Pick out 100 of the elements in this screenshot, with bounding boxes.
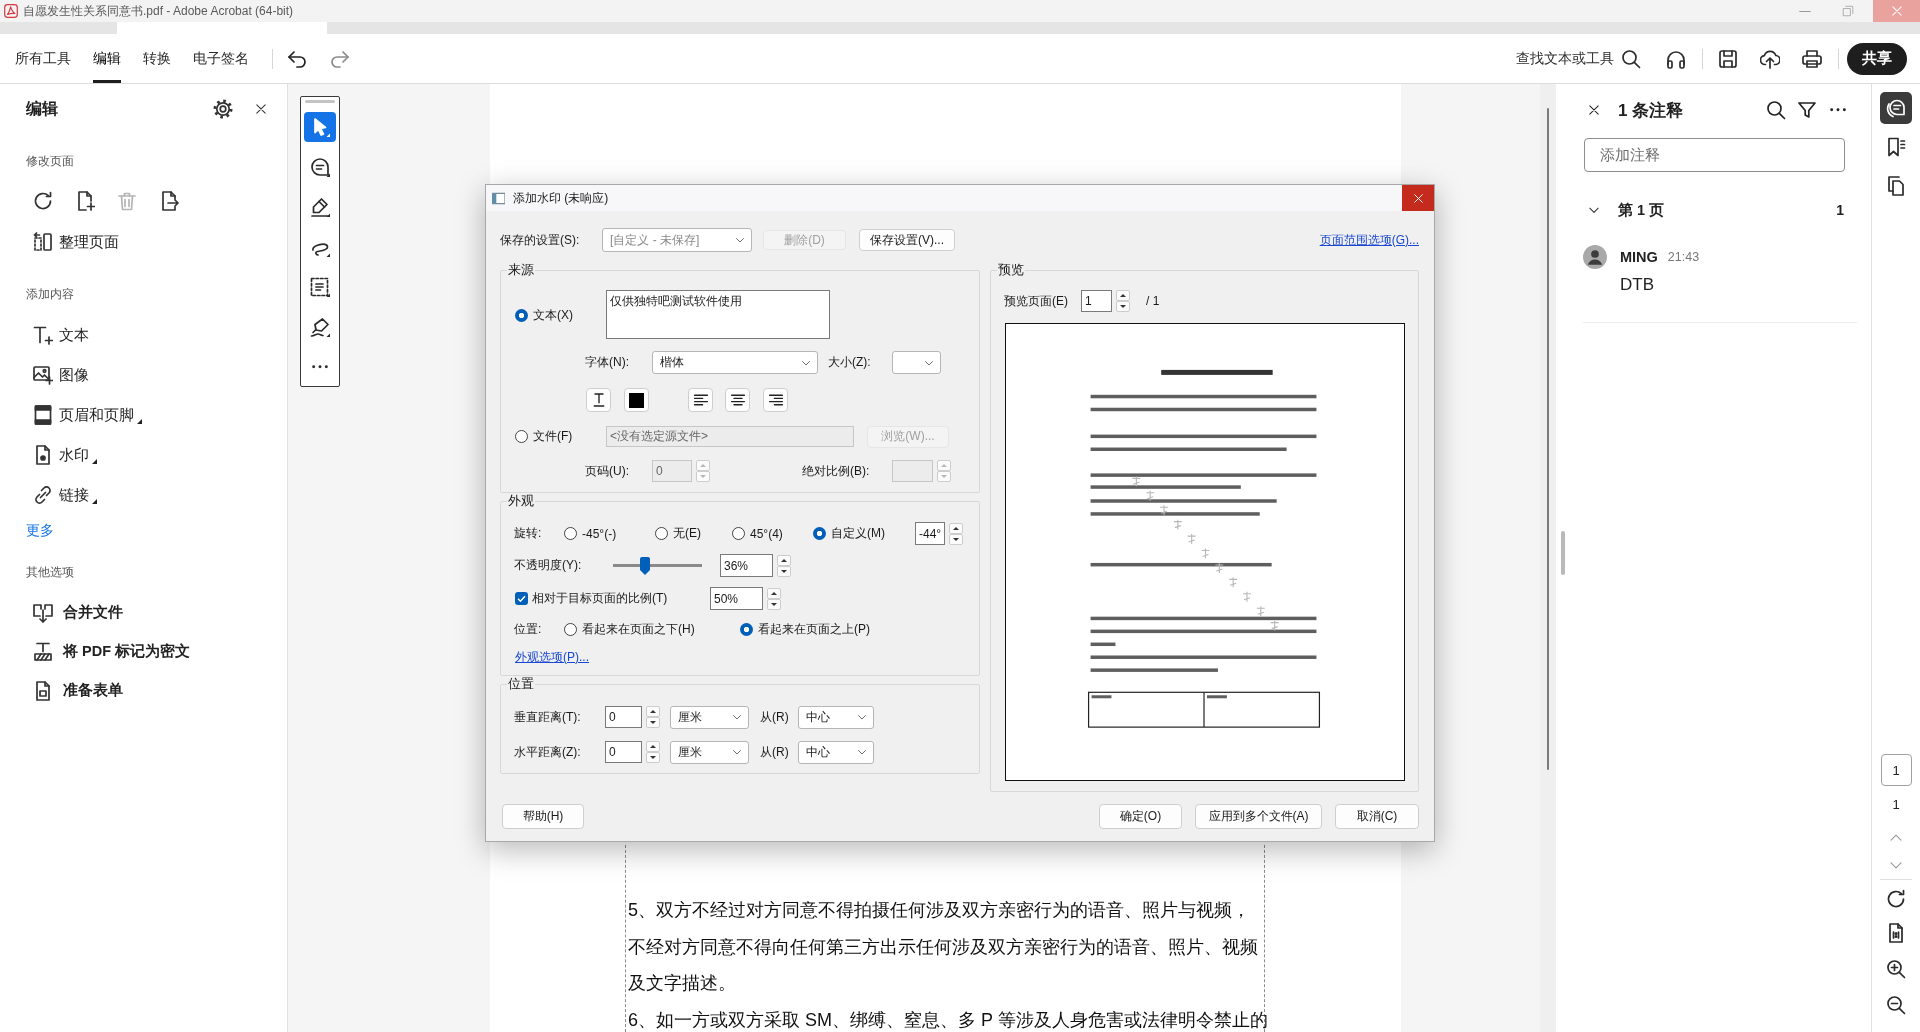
page-number-field[interactable]: 1 [1880,754,1912,786]
radio-option[interactable]: 45°(4) [732,525,813,542]
more-icon[interactable] [1830,108,1846,112]
print-icon[interactable] [1802,48,1822,69]
undo-icon[interactable] [287,48,307,69]
zoom-in-icon[interactable] [1886,959,1906,979]
cancel-button[interactable]: 取消(C) [1335,804,1419,829]
slider-thumb[interactable] [640,556,651,575]
toolbar-tab[interactable]: 转换 [143,34,171,83]
unit-dropdown[interactable]: 厘米 [670,740,749,764]
resize-handle[interactable] [1561,531,1565,575]
tool-item[interactable]: 合并文件 [33,593,123,632]
save-icon[interactable] [1718,48,1738,69]
spin-down-icon[interactable] [949,533,963,545]
spin-up-icon[interactable] [646,706,660,717]
side-panel-button[interactable] [1880,92,1912,124]
spin-down-icon[interactable] [777,565,791,577]
spin-down-icon[interactable] [646,752,660,763]
group-title: 位置 [507,676,535,692]
absolute-scale-field[interactable] [892,460,933,482]
preview-page-field[interactable]: 1 [1081,290,1112,312]
rotate-icon[interactable] [33,191,53,211]
radio-option[interactable]: -45°(-) [564,525,655,542]
tool-item[interactable]: 文本 [33,315,89,355]
align-center-button[interactable] [725,388,750,412]
tool-item[interactable]: 整理页面 [33,222,119,262]
export-page-icon[interactable] [159,191,179,211]
panel-title: 编辑 [26,98,59,119]
document-text-line: 及文字描述。 [628,972,736,994]
insert-page-icon[interactable] [75,191,95,211]
window-icon [492,191,505,205]
spin-up-icon[interactable] [1116,290,1130,301]
settings-icon[interactable] [213,99,233,119]
font-dropdown[interactable]: 楷体 [652,351,818,374]
fit-page-icon[interactable] [1886,923,1906,943]
ok-button[interactable]: 确定(O) [1099,804,1182,829]
radio-option[interactable]: 看起来在页面之下(H) [564,621,740,637]
field-label: 水平距离(Z): [514,743,582,761]
save-settings-button[interactable]: 保存设置(V)... [859,229,955,251]
scale-field[interactable]: 50% [710,587,763,610]
page-range-link[interactable]: 页面范围选项(G)... [1319,231,1419,249]
help-button[interactable]: 帮助(H) [502,804,584,829]
tool-item[interactable]: 水印 [33,435,97,475]
opacity-field[interactable]: 36% [720,554,773,577]
group-title: 来源 [507,262,535,278]
checkbox-option[interactable]: 相对于目标页面的比例(T) [515,590,710,607]
tool-item[interactable]: 将 PDF 标记为密文 [33,632,191,671]
radio-option[interactable]: 无(E) [655,525,732,542]
zoom-out-icon[interactable] [1886,995,1906,1015]
close-icon [1890,5,1903,17]
page-number-field[interactable]: 0 [652,460,692,482]
find-tools-button[interactable]: 查找文本或工具 [1516,48,1641,69]
unit-dropdown[interactable]: 厘米 [670,705,749,729]
tool-item[interactable]: 准备表单 [33,671,123,710]
document-text-line: 5、双方不经过对方同意不得拍摄任何涉及双方亲密行为的语音、照片与视频， [628,899,1250,921]
page-group-header[interactable]: 第 1 页 1 [1556,195,1871,225]
text-block[interactable]: 5、双方不经过对方同意不得拍摄任何涉及双方亲密行为的语音、照片与视频， 不经对方同意不得向任何第三方出示任何涉及双方亲密行为的语音、照片、视频 及文字描述。 6、如一方或双方采取 SM、绑缚、窒息、多 P 等涉及人身危害或法律明令禁止的 [625,845,1265,1032]
add-comment-field[interactable]: 添加注释 [1584,138,1845,172]
radio-option[interactable]: 看起来在页面之上(P) [740,621,870,637]
close-icon[interactable] [255,103,267,115]
watermark-text-field[interactable]: 仅供独特吧测试软件使用 [606,290,830,339]
tool-item[interactable]: 链接 [33,475,97,515]
distance-field[interactable]: 0 [605,706,642,728]
distance-field[interactable]: 0 [605,741,642,763]
filter-icon[interactable] [1797,100,1817,120]
spin-up-icon[interactable] [767,587,781,599]
drag-handle[interactable] [305,100,335,103]
spin-down-icon[interactable] [1116,301,1130,312]
spin-down-icon[interactable] [767,598,781,610]
spin-down-icon[interactable] [646,717,660,728]
align-right-button[interactable] [763,388,788,412]
source-file-field[interactable]: <没有选定源文件> [606,426,854,447]
spin-up-icon[interactable] [949,522,963,534]
tool-item[interactable]: 页眉和页脚 [33,395,142,435]
spin-up-icon[interactable] [777,554,791,566]
toolbar-tab[interactable]: 电子签名 [193,34,249,83]
toolbar-tab[interactable]: 所有工具 [15,34,71,83]
radio-option[interactable]: 文件(F) [515,428,606,445]
color-button[interactable] [624,388,649,412]
align-left-button[interactable] [688,388,713,412]
anchor-dropdown[interactable]: 中心 [798,740,874,764]
upload-icon[interactable] [1760,48,1780,69]
tool-item[interactable]: 图像 [33,355,89,395]
spin-up-icon[interactable] [646,741,660,752]
underline-button[interactable] [586,388,611,412]
minimize-icon[interactable] [1799,9,1811,13]
anchor-dropdown[interactable]: 中心 [798,705,874,729]
scrollbar[interactable] [1547,108,1549,770]
close-icon[interactable] [1588,104,1600,116]
appearance-options-link[interactable]: 外观选项(P)... [515,650,589,664]
headphones-icon[interactable] [1666,48,1686,69]
apply-to-files-button[interactable]: 应用到多个文件(A) [1195,804,1322,829]
more-link[interactable]: 更多 [26,522,54,538]
radio-option[interactable]: 自定义(M) [813,525,915,542]
rotation-field[interactable]: -44° [915,522,945,545]
refresh-icon[interactable] [1886,889,1906,909]
comment-card[interactable]: MING 21:43 DTB [1583,245,1857,323]
search-icon[interactable] [1766,100,1786,120]
radio-option[interactable]: 文本(X) [515,307,606,323]
share-button[interactable]: 共享 [1847,42,1907,75]
